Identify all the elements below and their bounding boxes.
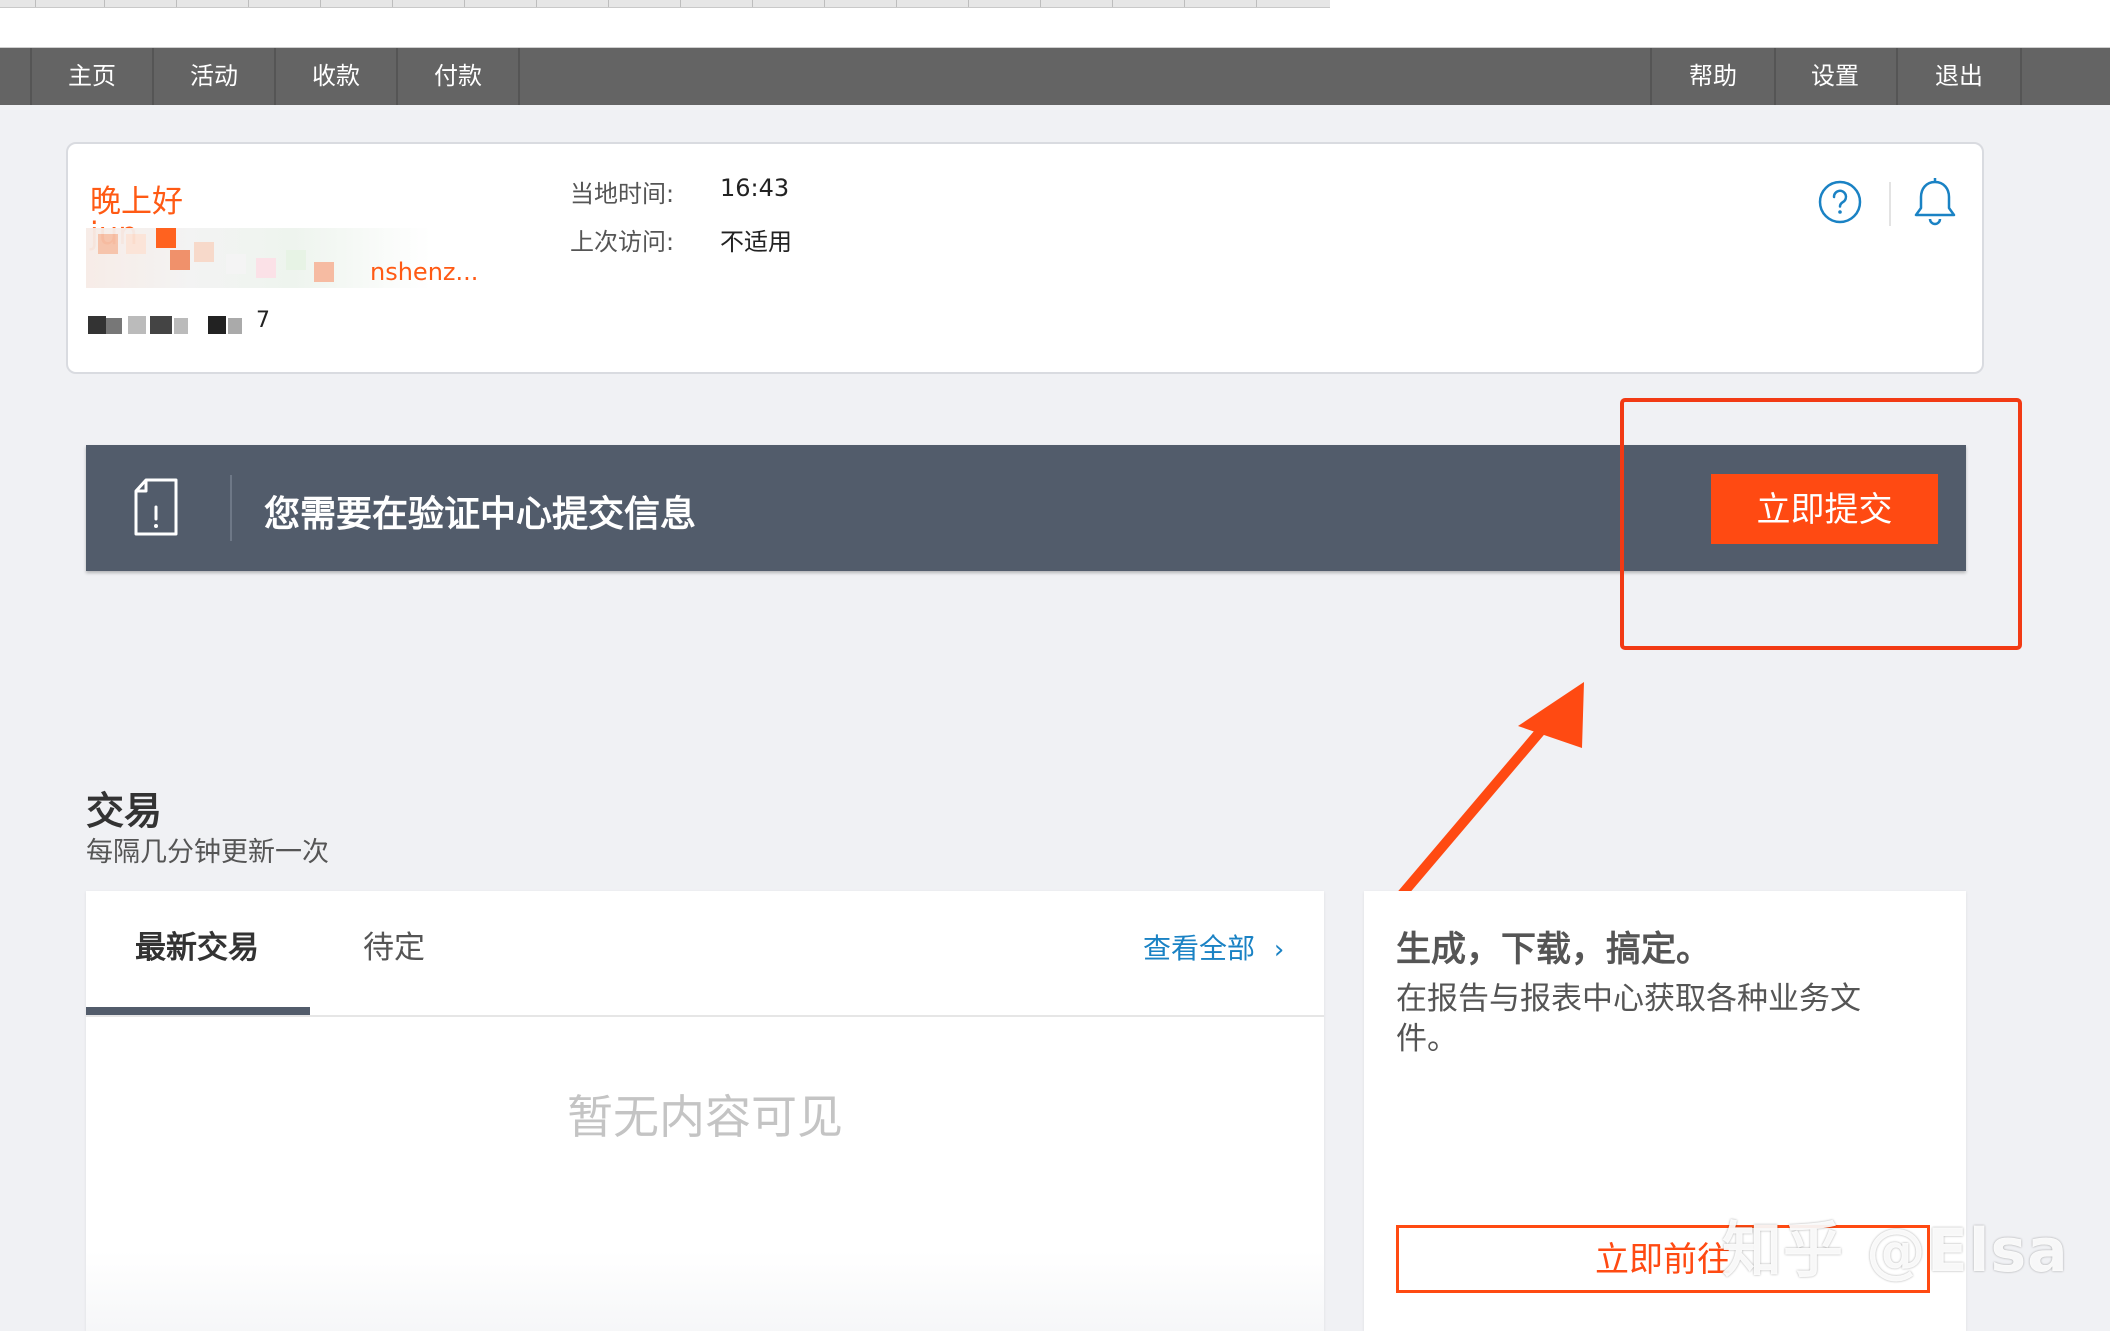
transactions-title: 交易 (86, 789, 163, 833)
nav-spacer (0, 48, 32, 105)
local-time-value: 16:43 (720, 174, 790, 202)
transactions-subtitle: 每隔几分钟更新一次 (86, 837, 329, 868)
card-fade (86, 1251, 1324, 1331)
view-all-link[interactable]: 查看全部 › (1143, 927, 1284, 967)
transactions-card: 最新交易 待定 查看全部 › 暂无内容可见 (86, 891, 1324, 1331)
nav-item-receive[interactable]: 收款 (276, 48, 398, 105)
nav-item-activity[interactable]: 活动 (154, 48, 276, 105)
notification-bell-icon[interactable] (1910, 176, 1960, 228)
greeting-card: 晚上好 jun nshenz... 7 当地时间: 16:43 上次访问: 不适… (66, 142, 1984, 374)
local-time-label: 当地时间: (570, 180, 675, 208)
tab-latest-transactions[interactable]: 最新交易 (86, 891, 308, 1015)
chevron-right-icon: › (1273, 935, 1285, 965)
browser-tab-strip (0, 0, 2110, 48)
nav-item-settings[interactable]: 设置 (1774, 48, 1898, 105)
last-visit-value: 不适用 (720, 228, 792, 256)
icon-divider (1889, 182, 1891, 226)
document-alert-icon (134, 478, 178, 536)
greeting-text: 晚上好 (90, 184, 183, 220)
main-nav-bar: 主页 活动 收款 付款 帮助 设置 退出 (0, 48, 2110, 105)
view-all-label: 查看全部 (1143, 932, 1256, 965)
last-visit-label: 上次访问: (570, 228, 675, 256)
watermark-text: 知乎 @Elsa (1722, 1216, 2069, 1286)
account-id-fragment: 7 (256, 308, 270, 333)
active-tab-indicator (86, 1007, 310, 1015)
nav-item-pay[interactable]: 付款 (398, 48, 520, 105)
promo-title: 生成，下载，搞定。 (1396, 930, 1712, 970)
annotation-highlight-box (1620, 398, 2022, 650)
help-icon[interactable] (1818, 180, 1862, 224)
verification-message: 您需要在验证中心提交信息 (264, 494, 697, 535)
nav-item-home[interactable]: 主页 (32, 48, 154, 105)
account-id-redacted: 7 (88, 308, 288, 336)
banner-divider (230, 475, 232, 541)
tabs-divider (86, 1015, 1324, 1017)
tab-pending[interactable]: 待定 (308, 891, 480, 1015)
promo-description: 在报告与报表中心获取各种业务文件。 (1396, 981, 1861, 1057)
browser-tabs (0, 0, 1330, 8)
nav-item-logout[interactable]: 退出 (1898, 48, 2022, 105)
empty-state-text: 暂无内容可见 (567, 1090, 843, 1144)
nav-item-help[interactable]: 帮助 (1650, 48, 1776, 105)
company-name: nshenz... (370, 258, 479, 286)
